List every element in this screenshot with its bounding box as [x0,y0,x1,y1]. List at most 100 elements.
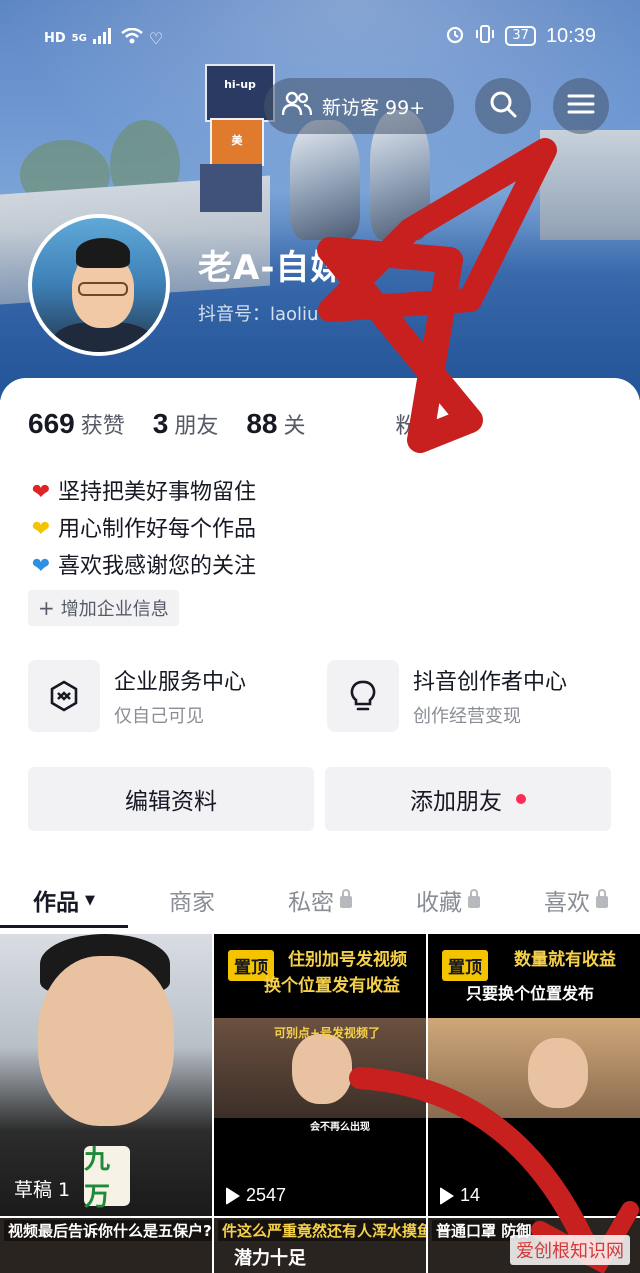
battery-indicator: 37 [505,26,536,46]
notification-dot [516,794,526,804]
edit-profile-label: 编辑资料 [125,789,217,815]
new-visitors-label: 新访客 99+ [322,96,426,119]
thumb-person-face [528,1038,588,1108]
bio-text: 坚持把美好事物留住 [58,480,257,505]
video-tag: 会不再么出现 [310,1122,370,1133]
video-thumbnail[interactable]: 置顶 数量就有收益 只要换个位置发布 14 [428,934,640,1216]
likes-label: 获赞 [80,414,125,439]
alarm-icon [445,24,465,48]
creator-center[interactable]: 抖音创作者中心 创作经营变现 [327,660,567,732]
stat-friends[interactable]: 3 朋友 [153,408,219,440]
bio-text: 喜欢我感谢您的关注 [58,554,257,579]
edit-profile-button[interactable]: 编辑资料 [28,767,314,831]
likes-count: 669 [28,408,75,439]
video-caption: 件这么严重竟然还有人浑水摸鱼 [218,1220,426,1241]
banner-sign [200,164,262,212]
lock-icon [340,889,352,908]
pinned-badge: 置顶 [442,950,488,981]
tab-merchant[interactable]: 商家 [128,872,256,928]
signal-icon [92,28,115,48]
video-caption: 只要换个位置发布 [466,984,595,1003]
thumb-person-face [38,956,174,1126]
video-thumbnail[interactable]: 置顶 住别加号发视频 换个位置发有收益 可别点+号发视频了 会不再么出现 254… [214,934,426,1216]
video-caption-line: 住别加号发视频 [288,950,407,970]
video-subcaption: 潜力十足 [234,1248,306,1269]
stat-followers[interactable]: 粉丝 [390,408,440,440]
watermark: 爱创根知识网 [510,1235,630,1265]
video-thumbnail[interactable]: 视频最后告诉你什么是五保户? [0,1218,212,1273]
video-caption: 数量就有收益 [514,950,616,970]
new-visitors-button[interactable]: 新访客 99+ [264,78,454,134]
red-heart-icon: ❤ [31,480,51,505]
play-count: 2547 [226,1185,286,1206]
bio-text: 用心制作好每个作品 [58,517,257,542]
friends-count: 3 [152,408,169,439]
tab-likes-label: 喜欢 [544,890,590,916]
search-icon [488,89,518,123]
stat-following[interactable]: 88 关 [246,408,305,440]
avatar-glasses [78,282,128,296]
vibrate-icon [475,24,495,48]
play-icon [226,1186,240,1205]
video-caption: 住别加号发视频 [288,948,407,972]
tab-works[interactable]: 作品 ▼ [0,872,128,928]
play-count: 14 [440,1185,480,1206]
play-icon [440,1186,454,1205]
enterprise-service-center[interactable]: 企业服务中心 仅自己可见 [28,660,246,732]
wifi-icon [121,27,143,48]
banner-statue [290,120,360,240]
plus-icon: + [38,596,55,620]
lock-icon [596,889,608,908]
video-thumbnail-draft[interactable]: 草稿 1 九万 [0,934,212,1216]
creator-center-subtitle: 创作经营变现 [413,706,521,727]
avatar[interactable] [28,214,170,356]
bio-line: ❤ 坚持把美好事物留住 [28,474,256,511]
profile-card: 669 获赞 3 朋友 88 关 粉丝 ❤ 坚持把美好事物留住 ❤ 用心制作好每… [0,378,640,1273]
tab-favorites-label: 收藏 [416,890,462,916]
friends-label: 朋友 [174,414,219,439]
douyin-id[interactable]: 抖音号：laoliu [198,300,318,326]
caret-down-icon: ▼ [85,892,95,908]
people-icon [281,91,313,122]
bio-line: ❤ 喜欢我感谢您的关注 [28,548,256,585]
video-caption: 视频最后告诉你什么是五保户? [4,1220,212,1241]
add-enterprise-info-label: 增加企业信息 [60,599,169,620]
video-caption: 换个位置发有收益 [264,976,400,996]
blue-heart-icon: ❤ [31,554,51,579]
search-button[interactable] [475,78,531,134]
profile-name[interactable]: 老A-自媒体 [198,240,380,289]
stats-row: 669 获赞 3 朋友 88 关 粉丝 [28,408,440,440]
lightbulb-icon [327,660,399,732]
tab-merchant-label: 商家 [169,890,215,916]
lock-icon [468,889,480,908]
mahjong-tile-icon: 九万 [84,1145,130,1212]
add-friend-button[interactable]: 添加朋友 [325,767,611,831]
yellow-heart-icon: ❤ [31,517,51,542]
bio: ❤ 坚持把美好事物留住 ❤ 用心制作好每个作品 ❤ 喜欢我感谢您的关注 [28,474,256,585]
video-thumbnail[interactable]: 件这么严重竟然还有人浑水摸鱼 潜力十足 [214,1218,426,1273]
add-enterprise-info-button[interactable]: + 增加企业信息 [28,590,179,626]
tab-private[interactable]: 私密 [256,872,384,928]
following-label: 关 [283,414,306,439]
tab-likes[interactable]: 喜欢 [512,872,640,928]
banner-sign: 美 [210,118,264,166]
hamburger-menu-icon [567,93,595,119]
video-subcaption: 可别点+号发视频了 [274,1026,381,1040]
menu-button[interactable] [553,78,609,134]
thumb-person-face [292,1034,352,1104]
bio-line: ❤ 用心制作好每个作品 [28,511,256,548]
tab-private-label: 私密 [288,890,334,916]
banner-building [540,130,640,240]
following-count: 88 [246,408,278,439]
clock: 10:39 [545,24,596,47]
creator-center-title: 抖音创作者中心 [413,670,568,695]
status-bar: HD 5G ♡ 37 10:39 [0,0,640,76]
profile-tabs: 作品 ▼ 商家 私密 收藏 喜欢 [0,872,640,928]
play-count-value: 2547 [246,1185,287,1205]
heart-status-icon: ♡ [148,28,164,48]
enterprise-service-subtitle: 仅自己可见 [114,706,204,727]
stat-likes[interactable]: 669 获赞 [28,408,125,440]
hd-indicator: HD [44,30,66,46]
tab-favorites[interactable]: 收藏 [384,872,512,928]
followers-label: 粉丝 [395,414,440,439]
